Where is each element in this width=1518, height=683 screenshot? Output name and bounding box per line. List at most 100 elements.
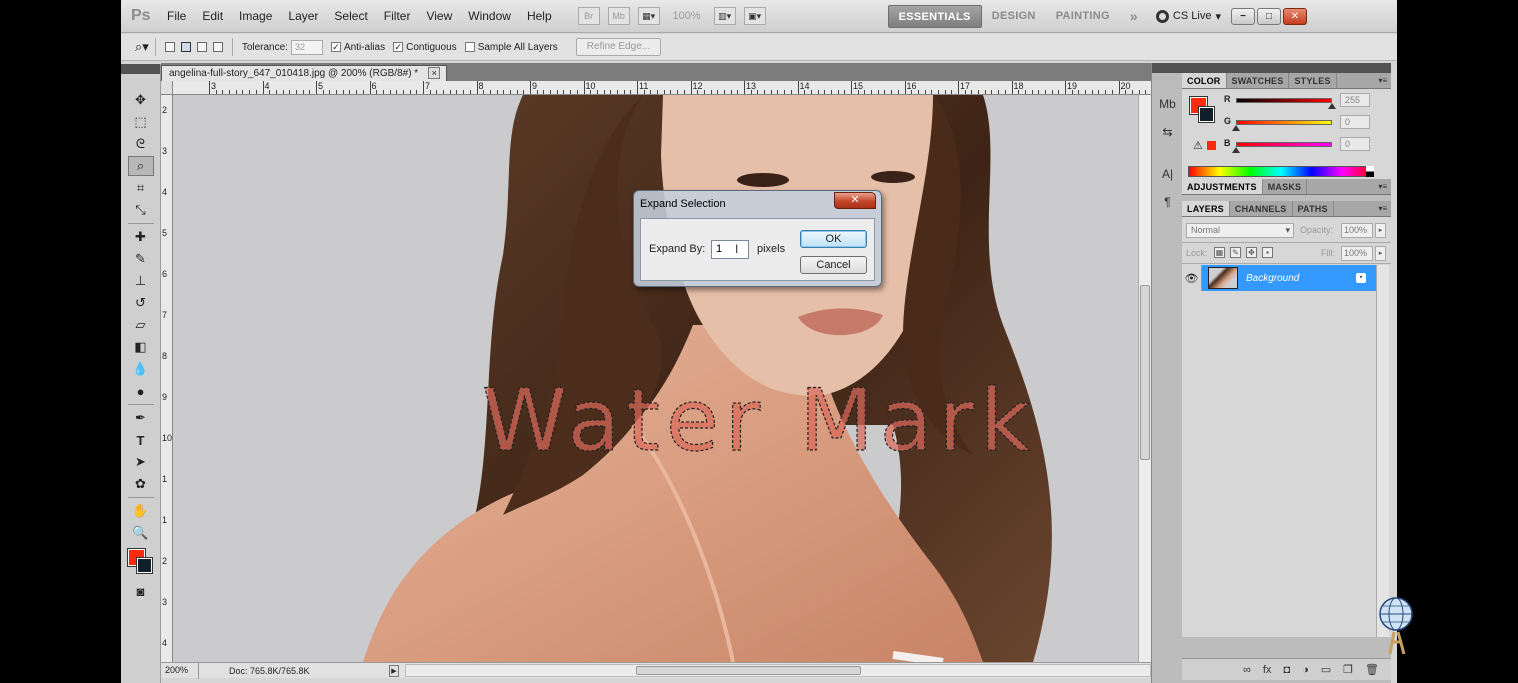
new-layer-icon[interactable]: ❐ [1343,663,1353,676]
screen-mode-icon[interactable]: ▣▾ [743,7,766,25]
blue-value-input[interactable]: 0 [1340,137,1370,151]
panel-menu-icon[interactable]: ▾≡ [1378,182,1387,191]
path-selection-tool-icon[interactable]: ➤ [128,452,154,472]
slider-red[interactable]: R 255 [1220,93,1385,111]
tab-styles[interactable]: STYLES [1289,73,1337,88]
crop-tool-icon[interactable]: ⌗ [128,178,154,198]
contiguous-checkbox[interactable]: ✓ Contiguous [393,42,457,53]
slider-knob-green[interactable] [1232,125,1240,131]
lock-image-icon[interactable]: ✎ [1230,247,1241,258]
adjustment-layer-icon[interactable]: ◑ [1302,664,1309,676]
fill-arrow-icon[interactable]: ▸ [1375,246,1386,261]
fill-input[interactable]: 100% [1341,246,1373,261]
blend-mode-select[interactable]: Normal [1186,223,1294,238]
bridge-icon[interactable]: Br [577,7,600,25]
gamut-swatch[interactable] [1207,141,1216,150]
slider-knob-red[interactable] [1328,103,1336,109]
slider-track[interactable] [1236,142,1332,147]
clone-stamp-tool-icon[interactable]: ⊥ [128,271,154,291]
horizontal-scrollbar-thumb[interactable] [636,666,861,675]
slider-knob-blue[interactable] [1232,147,1240,153]
panel-menu-icon[interactable]: ▾≡ [1378,204,1387,213]
anti-alias-checkbox[interactable]: ✓ Anti-alias [330,42,385,53]
history-brush-tool-icon[interactable]: ↺ [128,293,154,313]
tab-masks[interactable]: MASKS [1263,179,1308,194]
panel-header-bar[interactable] [1182,63,1391,73]
hand-tool-icon[interactable]: ✋ [128,501,154,521]
workspace-design[interactable]: DESIGN [982,5,1046,28]
new-group-icon[interactable]: ▭ [1321,663,1331,676]
move-tool-icon[interactable]: ✥ [128,90,154,110]
layer-mask-icon[interactable]: ◘ [1283,664,1290,676]
lock-transparent-icon[interactable]: ▦ [1214,247,1225,258]
close-window-button[interactable]: ✕ [1282,7,1307,25]
background-color-swatch[interactable] [135,557,153,574]
workspace-overflow[interactable]: » [1120,5,1148,28]
menu-file[interactable]: File [159,0,194,33]
minimize-button[interactable]: − [1230,7,1255,25]
intersect-selection-icon[interactable] [212,42,223,52]
arrange-documents-icon[interactable]: ▥▾ [713,7,736,25]
sample-all-layers-checkbox[interactable]: Sample All Layers [464,42,558,53]
layer-row-background[interactable]: 👁 Background ▪ [1182,265,1376,291]
ruler-origin[interactable] [161,81,173,95]
menu-edit[interactable]: Edit [194,0,231,33]
blur-tool-icon[interactable]: 💧 [128,359,154,379]
slider-track[interactable] [1236,120,1332,125]
quick-selection-preset-icon[interactable]: ⌕▾ [135,39,149,55]
layer-name[interactable]: Background [1246,273,1356,284]
green-value-input[interactable]: 0 [1340,115,1370,129]
document-tab[interactable]: angelina-full-story_647_010418.jpg @ 200… [161,65,448,81]
menu-view[interactable]: View [418,0,460,33]
paragraph-panel-icon[interactable]: ¶ [1157,191,1179,213]
black-white-ramp[interactable] [1366,166,1374,177]
opacity-arrow-icon[interactable]: ▸ [1375,223,1386,238]
history-panel-icon[interactable]: ⇆ [1157,121,1179,143]
color-spectrum-ramp[interactable] [1188,166,1374,177]
dialog-close-button[interactable]: ✕ [834,192,876,209]
cancel-button[interactable]: Cancel [800,256,867,274]
layer-style-icon[interactable]: fx [1263,664,1272,676]
tab-swatches[interactable]: SWATCHES [1227,73,1290,88]
mini-bridge-panel-icon[interactable]: Mb [1157,93,1179,115]
menu-image[interactable]: Image [231,0,280,33]
layers-scrollbar[interactable] [1376,265,1389,637]
add-selection-icon[interactable] [180,42,191,52]
dodge-tool-icon[interactable]: ● [128,381,154,401]
slider-blue[interactable]: B 0 [1220,137,1385,155]
color-panel-background-swatch[interactable] [1198,106,1215,123]
vertical-ruler[interactable]: 2 3 4 5 6 7 8 9 10 1 1 2 3 4 [161,95,173,662]
slider-track[interactable] [1236,98,1332,103]
color-swatches[interactable] [126,547,156,577]
cs-live-menu[interactable]: CS Live ▾ [1148,9,1229,23]
tools-panel-header[interactable] [121,64,160,74]
ok-button[interactable]: OK [800,230,867,248]
tab-layers[interactable]: LAYERS [1182,201,1230,216]
out-of-gamut-warning-icon[interactable]: ⚠ [1193,139,1203,152]
workspace-essentials[interactable]: ESSENTIALS [887,4,982,28]
gradient-tool-icon[interactable]: ◧ [128,337,154,357]
maximize-button[interactable]: □ [1256,7,1281,25]
marquee-tool-icon[interactable]: ⬚ [128,112,154,132]
expand-by-input[interactable]: 1 [711,240,749,259]
eye-icon[interactable]: 👁 [1182,265,1202,291]
tolerance-input[interactable]: 32 [290,39,323,55]
quick-mask-icon[interactable]: ◙ [128,581,154,601]
document-canvas[interactable]: Water Mark [173,95,1138,662]
extras-icon[interactable]: ▦▾ [637,7,660,25]
menu-help[interactable]: Help [519,0,560,33]
zoom-level[interactable]: 100% [664,10,710,22]
trash-icon[interactable]: 🗑 [1365,663,1379,676]
healing-brush-tool-icon[interactable]: ✚ [128,227,154,247]
tab-color[interactable]: COLOR [1182,73,1227,88]
refine-edge-button[interactable]: Refine Edge... [575,38,662,56]
quick-selection-tool-icon[interactable]: ⌕ [127,156,154,176]
horizontal-scrollbar[interactable] [405,664,1151,677]
menu-layer[interactable]: Layer [280,0,326,33]
link-layers-icon[interactable]: ∞ [1243,664,1251,676]
subtract-selection-icon[interactable] [196,42,207,52]
pen-tool-icon[interactable]: ✒ [128,408,154,428]
menu-select[interactable]: Select [326,0,375,33]
opacity-input[interactable]: 100% [1341,223,1373,238]
horizontal-ruler[interactable]: 3 4 5 6 7 8 9 10 11 12 13 14 15 16 17 18 19 20 [173,81,1168,95]
